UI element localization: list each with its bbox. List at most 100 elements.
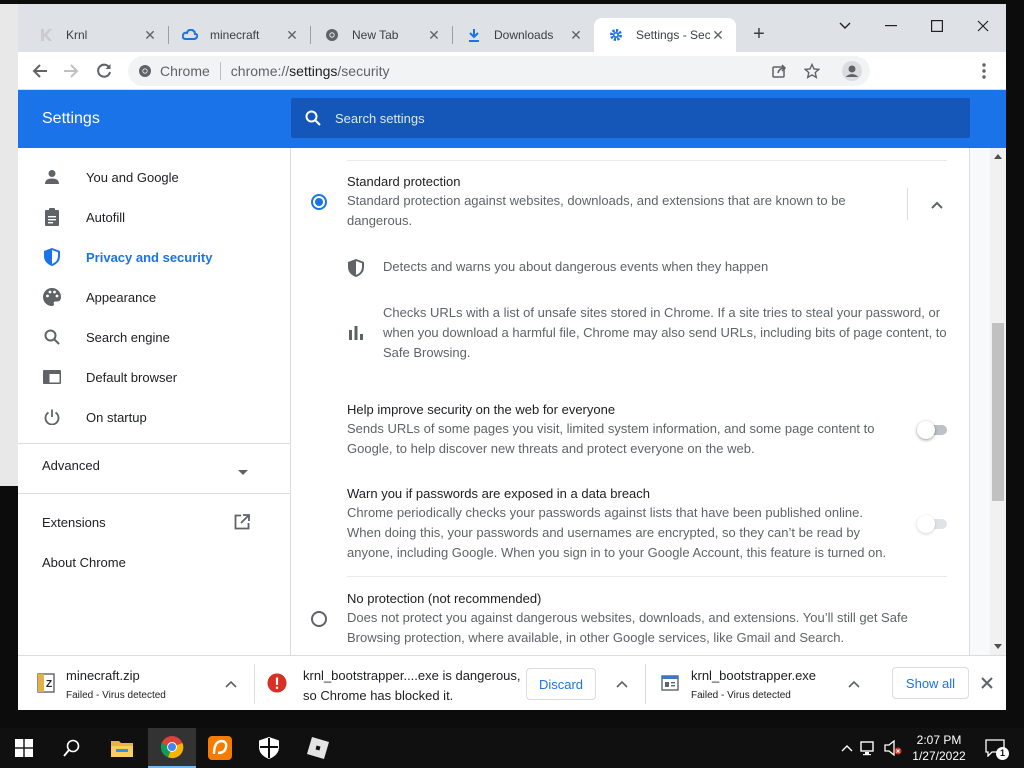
menu-icon[interactable] — [971, 58, 997, 84]
profile-avatar[interactable] — [840, 59, 864, 83]
help-improve-desc: Sends URLs of some pages you visit, limi… — [347, 421, 875, 456]
password-warn-desc: Chrome periodically checks your password… — [347, 505, 887, 560]
volume-muted-icon[interactable] — [884, 738, 902, 758]
reload-button[interactable] — [91, 58, 117, 84]
share-icon[interactable] — [768, 59, 792, 83]
close-icon[interactable]: ✕ — [568, 27, 584, 43]
close-icon[interactable] — [980, 676, 994, 693]
bookmark-star-icon[interactable] — [800, 59, 824, 83]
help-improve-toggle[interactable] — [917, 421, 949, 439]
gear-icon — [608, 27, 624, 43]
shield-icon — [42, 247, 62, 267]
search-icon[interactable] — [48, 728, 96, 768]
scroll-up-arrow[interactable] — [994, 154, 1002, 159]
roblox-icon[interactable] — [294, 728, 342, 768]
chevron-up-icon[interactable] — [844, 674, 864, 694]
download-item[interactable]: Z minecraft.zip Failed - Virus detected — [18, 656, 254, 711]
close-icon[interactable]: ✕ — [142, 27, 158, 43]
sidebar-item-on-startup[interactable]: On startup — [18, 397, 290, 437]
standard-protection-radio[interactable] — [311, 194, 327, 210]
chevron-up-icon[interactable] — [838, 738, 856, 758]
address-divider — [219, 62, 221, 80]
chrome-icon — [138, 64, 152, 78]
download-filename: krnl_bootstrapper.exe — [691, 668, 817, 683]
security-card: Standard protection Standard protection … — [290, 148, 970, 655]
browser-icon — [42, 367, 62, 387]
close-icon[interactable]: ✕ — [426, 27, 442, 43]
close-window-button[interactable] — [968, 14, 998, 38]
browser-window: Krnl ✕ minecraft ✕ New Tab ✕ Downloads ✕ — [18, 4, 1006, 710]
sidebar-item-you-and-google[interactable]: You and Google — [18, 157, 290, 197]
executable-file-icon — [660, 673, 680, 693]
download-status: Failed - Virus detected — [66, 690, 166, 701]
tab-minecraft[interactable]: minecraft ✕ — [168, 18, 310, 52]
sidebar-item-label: You and Google — [86, 169, 179, 185]
tab-settings[interactable]: Settings - Secu ✕ — [594, 18, 736, 52]
maximize-button[interactable] — [922, 14, 952, 38]
settings-search[interactable] — [291, 98, 970, 138]
site-label: Chrome — [160, 63, 210, 79]
sidebar-item-about-chrome[interactable]: About Chrome — [42, 555, 126, 570]
sidebar-item-privacy-and-security[interactable]: Privacy and security — [18, 237, 290, 277]
start-button[interactable] — [0, 728, 48, 768]
file-explorer-icon[interactable] — [98, 728, 146, 768]
address-bar[interactable]: Chrome chrome://settings/security — [128, 56, 870, 86]
sidebar-item-extensions[interactable]: Extensions — [42, 515, 106, 530]
divider — [907, 188, 908, 220]
download-warning-line: so Chrome has blocked it. — [303, 688, 454, 703]
detail-detects-warns: Detects and warns you about dangerous ev… — [383, 259, 769, 274]
svg-text:Z: Z — [46, 679, 52, 690]
sidebar-item-default-browser[interactable]: Default browser — [18, 357, 290, 397]
security-shield-icon[interactable] — [245, 728, 293, 768]
clock-time: 2:07 PM — [916, 733, 962, 747]
chevron-up-icon[interactable] — [221, 674, 241, 694]
download-warning: krnl_bootstrapper....exe is dangerous, s… — [303, 666, 521, 706]
scroll-down-arrow[interactable] — [994, 644, 1002, 649]
chevron-up-icon[interactable] — [612, 674, 632, 694]
tab-search-chevron-icon[interactable] — [830, 14, 860, 38]
chrome-taskbar-icon[interactable] — [148, 728, 196, 768]
new-tab-button[interactable]: + — [748, 24, 770, 46]
chrome-icon — [324, 27, 340, 43]
tab-new-tab[interactable]: New Tab ✕ — [310, 18, 452, 52]
open-in-new-icon[interactable] — [234, 514, 250, 533]
search-input[interactable] — [335, 110, 935, 126]
toggle-knob — [917, 421, 935, 439]
tab-strip: Krnl ✕ minecraft ✕ New Tab ✕ Downloads ✕ — [18, 4, 1006, 52]
download-item[interactable]: krnl_bootstrapper.exe Failed - Virus det… — [646, 656, 880, 711]
sidebar-item-advanced[interactable]: Advanced — [42, 458, 100, 473]
tab-title: Settings - Secu — [636, 28, 710, 42]
sidebar-item-appearance[interactable]: Appearance — [18, 277, 290, 317]
no-protection-radio[interactable] — [311, 611, 327, 627]
discard-button[interactable]: Discard — [526, 668, 596, 700]
divider — [347, 576, 947, 577]
tab-downloads[interactable]: Downloads ✕ — [452, 18, 594, 52]
tab-krnl[interactable]: Krnl ✕ — [24, 18, 168, 52]
chevron-up-icon[interactable] — [931, 197, 943, 212]
password-warn-toggle[interactable] — [917, 515, 949, 533]
sidebar-item-search-engine[interactable]: Search engine — [18, 317, 290, 357]
sidebar-item-autofill[interactable]: Autofill — [18, 197, 290, 237]
close-icon[interactable]: ✕ — [284, 27, 300, 43]
network-icon[interactable] — [860, 738, 878, 758]
chevron-down-icon[interactable] — [238, 464, 248, 479]
toggle-knob — [917, 515, 935, 533]
download-shelf: Z minecraft.zip Failed - Virus detected … — [18, 655, 1006, 710]
sidebar-item-label: Privacy and security — [86, 249, 213, 265]
krnl-icon — [38, 27, 54, 43]
tab-title: minecraft — [210, 28, 260, 42]
forward-button[interactable] — [58, 58, 84, 84]
scrollbar[interactable] — [990, 148, 1006, 655]
back-button[interactable] — [27, 58, 53, 84]
power-icon — [42, 407, 62, 427]
taskbar-clock[interactable]: 2:07 PM 1/27/2022 — [904, 732, 974, 764]
no-protection-desc: Does not protect you against dangerous w… — [347, 610, 908, 645]
avast-icon[interactable] — [196, 728, 244, 768]
download-warning-line: krnl_bootstrapper....exe is dangerous, — [303, 668, 521, 683]
notification-icon[interactable]: 1 — [984, 738, 1009, 760]
show-all-button[interactable]: Show all — [892, 667, 969, 699]
close-icon[interactable]: ✕ — [710, 27, 726, 43]
minimize-button[interactable] — [876, 14, 906, 38]
scroll-thumb[interactable] — [992, 323, 1004, 501]
person-icon — [42, 167, 62, 187]
